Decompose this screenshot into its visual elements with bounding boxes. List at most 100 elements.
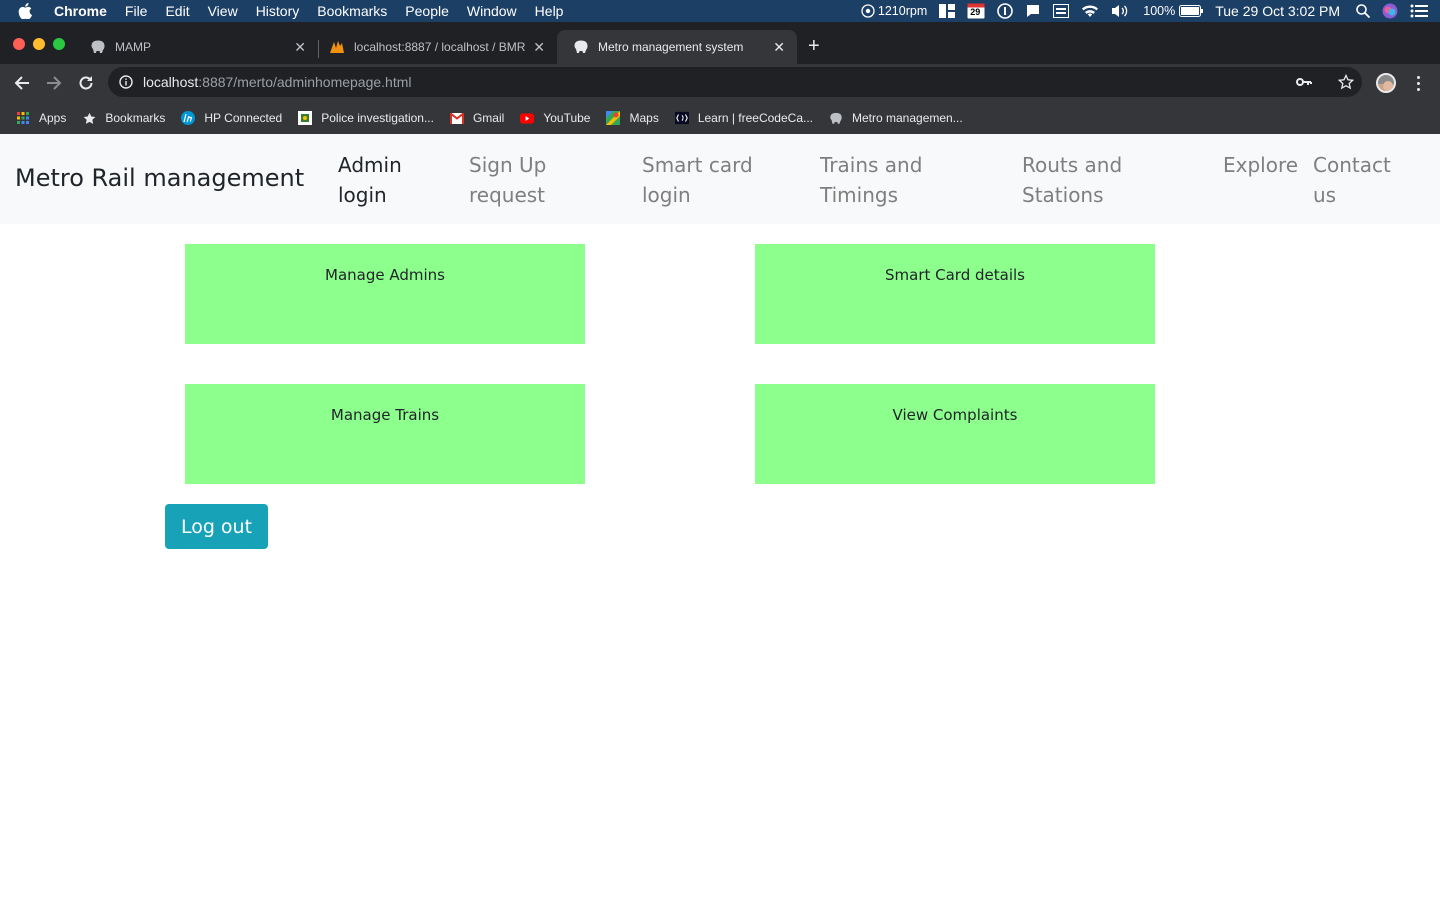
url-text[interactable]: localhost:8887/merto/adminhomepage.html — [143, 74, 412, 90]
address-bar[interactable]: localhost:8887/merto/adminhomepage.html — [108, 67, 1362, 97]
menu-history[interactable]: History — [256, 3, 300, 19]
manage-trains-card[interactable]: Manage Trains — [185, 384, 585, 484]
gmail-icon — [449, 111, 464, 125]
elephant-icon — [829, 111, 843, 125]
bookmark-label: HP Connected — [204, 111, 283, 125]
bookmark-gmail[interactable]: Gmail — [449, 111, 505, 125]
menu-edit[interactable]: Edit — [165, 3, 189, 19]
nav-link-line1: Admin — [338, 153, 402, 177]
site-info-icon[interactable] — [119, 74, 135, 90]
notification-center-icon[interactable] — [1410, 4, 1428, 18]
bookmark-freecodecamp[interactable]: Learn | freeCodeCa... — [674, 111, 813, 125]
nav-link-line1: Routs and — [1022, 153, 1123, 177]
back-button[interactable] — [12, 73, 32, 93]
battery-status[interactable]: 100% — [1143, 4, 1204, 18]
forward-button[interactable] — [44, 73, 64, 93]
nav-link-line1: Contact — [1313, 153, 1391, 177]
url-host: localhost — [143, 74, 199, 90]
fan-speed: 1210rpm — [877, 4, 928, 18]
bookmark-bookmarks[interactable]: Bookmarks — [82, 111, 165, 125]
logout-button[interactable]: Log out — [165, 504, 268, 549]
siri-icon[interactable] — [1382, 3, 1398, 19]
nav-contact-us[interactable]: Contact us — [1313, 150, 1391, 210]
key-icon[interactable] — [1296, 67, 1312, 97]
window-minimize-button[interactable] — [33, 38, 45, 50]
dashboard-icon[interactable] — [939, 4, 956, 18]
youtube-icon — [520, 111, 535, 125]
tab-title: localhost:8887 / localhost / BMR — [354, 40, 526, 54]
bookmark-youtube[interactable]: YouTube — [520, 111, 590, 125]
menu-view[interactable]: View — [208, 3, 238, 19]
keyboard-icon[interactable] — [1053, 4, 1070, 18]
notification-icon[interactable] — [1025, 4, 1041, 18]
volume-icon[interactable] — [1111, 4, 1131, 18]
clock[interactable]: Tue 29 Oct 3:02 PM — [1215, 3, 1340, 19]
chrome-menu-icon[interactable] — [1413, 74, 1423, 92]
nav-smart-card-login[interactable]: Smart card login — [642, 150, 753, 210]
new-tab-button[interactable]: + — [808, 36, 820, 56]
tab-strip: MAMP ✕ localhost:8887 / localhost / BMR … — [0, 22, 1440, 64]
browser-toolbar: localhost:8887/merto/adminhomepage.html — [0, 64, 1440, 102]
url-path: :8887/merto/adminhomepage.html — [198, 74, 412, 90]
nav-sign-up-request[interactable]: Sign Up request — [469, 150, 546, 210]
reload-button[interactable] — [76, 73, 96, 93]
calendar-icon[interactable]: 29 — [967, 3, 985, 19]
menu-help[interactable]: Help — [535, 3, 564, 19]
wifi-icon[interactable] — [1081, 4, 1099, 18]
nav-link-line2: Timings — [820, 183, 898, 207]
calendar-day: 29 — [970, 7, 981, 17]
onepassword-icon[interactable] — [997, 3, 1014, 19]
bookmark-metro-management[interactable]: Metro managemen... — [829, 111, 963, 125]
bookmark-label: Bookmarks — [105, 111, 166, 125]
spotlight-icon[interactable] — [1356, 4, 1370, 18]
apple-menu-icon[interactable] — [18, 3, 38, 19]
battery-percent: 100% — [1143, 4, 1176, 18]
close-tab-icon[interactable]: ✕ — [773, 39, 785, 56]
tab-phpmyadmin[interactable]: localhost:8887 / localhost / BMR ✕ — [313, 30, 557, 64]
menu-app-name[interactable]: Chrome — [54, 3, 107, 19]
menu-window[interactable]: Window — [467, 3, 517, 19]
smart-card-details-card[interactable]: Smart Card details — [755, 244, 1155, 344]
apps-grid-icon — [16, 111, 30, 125]
bookmark-apps[interactable]: Apps — [16, 111, 66, 125]
manage-admins-card[interactable]: Manage Admins — [185, 244, 585, 344]
nav-explore[interactable]: Explore — [1223, 150, 1298, 180]
hp-icon — [181, 111, 196, 125]
bookmark-label: Learn | freeCodeCa... — [697, 111, 813, 125]
tab-metro-management[interactable]: Metro management system ✕ — [557, 30, 797, 64]
menu-bookmarks[interactable]: Bookmarks — [317, 3, 387, 19]
close-tab-icon[interactable]: ✕ — [533, 39, 545, 56]
nav-trains-and-timings[interactable]: Trains and Timings — [820, 150, 922, 210]
bookmark-hp-connected[interactable]: HP Connected — [181, 111, 282, 125]
fan-status[interactable]: 1210rpm — [861, 4, 927, 18]
bookmarks-bar: Apps Bookmarks HP Connected Police inves… — [0, 102, 1440, 134]
bookmark-label: Apps — [39, 111, 67, 125]
bookmark-police-investigation[interactable]: Police investigation... — [298, 111, 434, 125]
view-complaints-card[interactable]: View Complaints — [755, 384, 1155, 484]
close-tab-icon[interactable]: ✕ — [294, 39, 306, 56]
battery-icon — [1179, 5, 1204, 17]
nav-link-line2: us — [1313, 183, 1337, 207]
phpmyadmin-icon — [329, 39, 345, 55]
star-icon — [82, 111, 96, 125]
profile-avatar[interactable] — [1376, 73, 1396, 93]
window-close-button[interactable] — [13, 38, 25, 50]
bookmark-star-icon[interactable] — [1338, 67, 1354, 97]
elephant-icon — [573, 39, 589, 55]
bookmark-label: Gmail — [472, 111, 505, 125]
bookmark-label: Maps — [629, 111, 659, 125]
bookmark-maps[interactable]: Maps — [606, 111, 659, 125]
navbar-brand[interactable]: Metro Rail management — [15, 164, 304, 192]
menu-file[interactable]: File — [125, 3, 148, 19]
freecodecamp-icon — [674, 111, 689, 125]
tab-mamp[interactable]: MAMP ✕ — [74, 30, 318, 64]
site-navbar: Metro Rail management Admin login Sign U… — [0, 134, 1440, 224]
menu-people[interactable]: People — [405, 3, 449, 19]
tab-title: Metro management system — [598, 40, 744, 54]
window-maximize-button[interactable] — [53, 38, 65, 50]
bookmark-label: Police investigation... — [321, 111, 434, 125]
nav-admin-login[interactable]: Admin login — [338, 150, 402, 210]
bookmark-label: YouTube — [543, 111, 591, 125]
nav-link-line1: Sign Up — [469, 153, 547, 177]
nav-routes-and-stations[interactable]: Routs and Stations — [1022, 150, 1122, 210]
